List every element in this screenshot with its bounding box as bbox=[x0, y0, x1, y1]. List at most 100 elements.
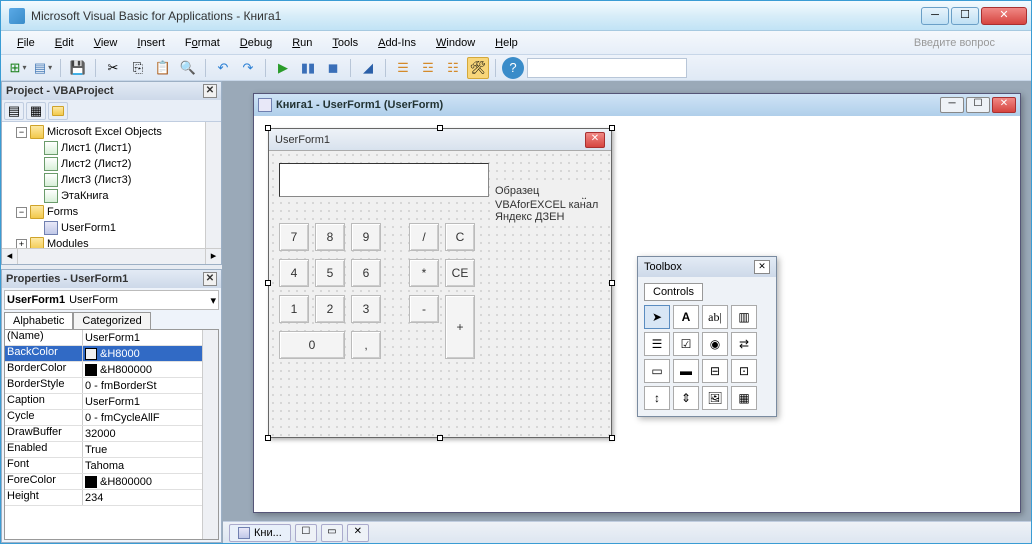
project-panel-close[interactable]: ✕ bbox=[203, 84, 217, 98]
insert-item-button[interactable]: ▤ bbox=[32, 57, 54, 79]
tree-node-sheet3[interactable]: Лист3 (Лист3) bbox=[61, 174, 131, 186]
project-tree[interactable]: − Microsoft Excel Objects Лист1 (Лист1) Л… bbox=[2, 122, 221, 248]
tree-node-userform1[interactable]: UserForm1 bbox=[61, 222, 116, 234]
calc-btn-plus[interactable]: + bbox=[445, 295, 475, 359]
toolbox-close[interactable]: ✕ bbox=[754, 260, 770, 274]
menu-window[interactable]: Window bbox=[426, 34, 485, 52]
prop-row[interactable]: BorderStyle0 - fmBorderSt bbox=[5, 378, 218, 394]
procedure-combo[interactable] bbox=[527, 58, 687, 78]
tool-tabstrip[interactable]: ⊟ bbox=[702, 359, 728, 383]
taskbar-item[interactable]: Кни... bbox=[229, 524, 291, 542]
calc-btn-2[interactable]: 2 bbox=[315, 295, 345, 323]
tool-togglebutton[interactable]: ⇄ bbox=[731, 332, 757, 356]
help-button[interactable]: ? bbox=[502, 57, 524, 79]
paste-button[interactable]: 📋 bbox=[152, 57, 174, 79]
tool-select[interactable]: ➤ bbox=[644, 305, 670, 329]
tree-node-excel-obj[interactable]: Microsoft Excel Objects bbox=[47, 126, 162, 138]
cut-button[interactable]: ✂ bbox=[102, 57, 124, 79]
view-excel-button[interactable]: ⊞ bbox=[7, 57, 29, 79]
tree-toggle[interactable]: − bbox=[16, 127, 27, 138]
toolbox-panel[interactable]: Toolbox ✕ Controls ➤ A ab| ▥ ☰ ☑ bbox=[637, 256, 777, 417]
prop-row[interactable]: EnabledTrue bbox=[5, 442, 218, 458]
ask-box[interactable]: Введите вопрос bbox=[914, 37, 1025, 49]
design-mode-button[interactable]: ◢ bbox=[357, 57, 379, 79]
prop-row[interactable]: DrawBuffer32000 bbox=[5, 426, 218, 442]
run-button[interactable]: ▶ bbox=[272, 57, 294, 79]
tool-textbox[interactable]: ab| bbox=[702, 305, 728, 329]
userform-design[interactable]: UserForm1 ✕ Образец пользовательской фор… bbox=[268, 128, 612, 438]
prop-row[interactable]: Height234 bbox=[5, 490, 218, 506]
menu-addins[interactable]: Add-Ins bbox=[368, 34, 426, 52]
calc-btn-8[interactable]: 8 bbox=[315, 223, 345, 251]
form-label2[interactable]: VBAforEXCEL канал Яндекс ДЗЕН bbox=[495, 199, 611, 223]
tool-spinbutton[interactable]: ⇕ bbox=[673, 386, 699, 410]
menu-edit[interactable]: Edit bbox=[45, 34, 84, 52]
menu-format[interactable]: Format bbox=[175, 34, 230, 52]
task-close[interactable]: ✕ bbox=[347, 524, 369, 542]
tool-multipage[interactable]: ⊡ bbox=[731, 359, 757, 383]
calc-btn-comma[interactable]: , bbox=[351, 331, 381, 359]
calc-btn-5[interactable]: 5 bbox=[315, 259, 345, 287]
toolbox-tab-controls[interactable]: Controls bbox=[644, 283, 703, 301]
reset-button[interactable]: ◼ bbox=[322, 57, 344, 79]
calc-btn-3[interactable]: 3 bbox=[351, 295, 381, 323]
tab-alphabetic[interactable]: Alphabetic bbox=[4, 312, 73, 329]
object-browser-button[interactable]: ☷ bbox=[442, 57, 464, 79]
menu-insert[interactable]: Insert bbox=[127, 34, 175, 52]
calc-btn-9[interactable]: 9 bbox=[351, 223, 381, 251]
tree-scrollbar[interactable] bbox=[205, 122, 221, 248]
prop-row[interactable]: FontTahoma bbox=[5, 458, 218, 474]
prop-row[interactable]: BackColor&H8000▾ bbox=[5, 346, 218, 362]
tree-node-modules[interactable]: Modules bbox=[47, 238, 89, 248]
calc-btn-c[interactable]: C bbox=[445, 223, 475, 251]
maximize-button[interactable]: ☐ bbox=[951, 7, 979, 25]
calc-display[interactable] bbox=[279, 163, 489, 197]
tool-commandbutton[interactable]: ▬ bbox=[673, 359, 699, 383]
redo-button[interactable]: ↷ bbox=[237, 57, 259, 79]
designer-maximize[interactable]: ☐ bbox=[966, 97, 990, 113]
calc-btn-mul[interactable]: * bbox=[409, 259, 439, 287]
calc-btn-6[interactable]: 6 bbox=[351, 259, 381, 287]
find-button[interactable]: 🔍 bbox=[177, 57, 199, 79]
menu-help[interactable]: Help bbox=[485, 34, 528, 52]
calc-btn-minus[interactable]: - bbox=[409, 295, 439, 323]
designer-close[interactable]: ✕ bbox=[992, 97, 1016, 113]
prop-row[interactable]: CaptionUserForm1 bbox=[5, 394, 218, 410]
tree-node-workbook[interactable]: ЭтаКнига bbox=[61, 190, 108, 202]
undo-button[interactable]: ↶ bbox=[212, 57, 234, 79]
calc-btn-div[interactable]: / bbox=[409, 223, 439, 251]
tree-hscroll[interactable]: ◂▸ bbox=[2, 248, 221, 264]
tree-node-sheet1[interactable]: Лист1 (Лист1) bbox=[61, 142, 131, 154]
calc-btn-1[interactable]: 1 bbox=[279, 295, 309, 323]
prop-row[interactable]: (Name)UserForm1 bbox=[5, 330, 218, 346]
tool-checkbox[interactable]: ☑ bbox=[673, 332, 699, 356]
copy-button[interactable]: ⎘ bbox=[127, 57, 149, 79]
calc-btn-0[interactable]: 0 bbox=[279, 331, 345, 359]
tree-toggle[interactable]: + bbox=[16, 239, 27, 249]
tool-image[interactable]: 🖼 bbox=[702, 386, 728, 410]
designer-titlebar[interactable]: Книга1 - UserForm1 (UserForm) ─ ☐ ✕ bbox=[254, 94, 1020, 116]
close-button[interactable]: ✕ bbox=[981, 7, 1027, 25]
tree-toggle[interactable]: − bbox=[16, 207, 27, 218]
menu-run[interactable]: Run bbox=[282, 34, 322, 52]
tool-label[interactable]: A bbox=[673, 305, 699, 329]
view-object-button[interactable]: ▦ bbox=[26, 102, 46, 120]
task-tile[interactable]: ▭ bbox=[321, 524, 343, 542]
tool-combobox[interactable]: ▥ bbox=[731, 305, 757, 329]
menu-view[interactable]: View bbox=[84, 34, 128, 52]
project-explorer-button[interactable]: ☰ bbox=[392, 57, 414, 79]
tool-frame[interactable]: ▭ bbox=[644, 359, 670, 383]
tree-node-sheet2[interactable]: Лист2 (Лист2) bbox=[61, 158, 131, 170]
menu-file[interactable]: File bbox=[7, 34, 45, 52]
menu-debug[interactable]: Debug bbox=[230, 34, 282, 52]
calc-btn-4[interactable]: 4 bbox=[279, 259, 309, 287]
prop-row[interactable]: Cycle0 - fmCycleAllF bbox=[5, 410, 218, 426]
calc-btn-ce[interactable]: CE bbox=[445, 259, 475, 287]
properties-panel-close[interactable]: ✕ bbox=[203, 272, 217, 286]
props-scrollbar[interactable] bbox=[202, 330, 218, 539]
tool-listbox[interactable]: ☰ bbox=[644, 332, 670, 356]
save-button[interactable]: 💾 bbox=[67, 57, 89, 79]
minimize-button[interactable]: ─ bbox=[921, 7, 949, 25]
properties-object-combo[interactable]: UserForm1 UserForm ▾ bbox=[4, 290, 219, 310]
menu-tools[interactable]: Tools bbox=[322, 34, 368, 52]
